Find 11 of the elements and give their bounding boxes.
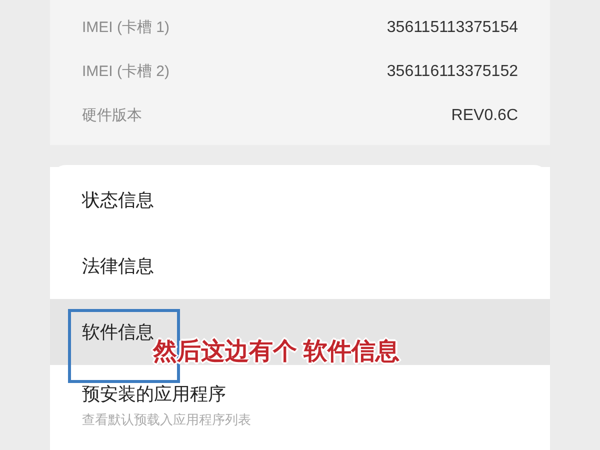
menu-title: 状态信息 — [82, 188, 155, 212]
info-label: IMEI (卡槽 1) — [82, 18, 170, 38]
menu-title: 法律信息 — [82, 254, 155, 278]
info-label: IMEI (卡槽 2) — [82, 62, 170, 82]
menu-subtitle: 查看默认预载入应用程序列表 — [82, 410, 252, 429]
menu-title: 预安装的应用程序 — [82, 382, 227, 406]
menu-title: 软件信息 — [82, 320, 154, 342]
info-label: 硬件版本 — [82, 106, 142, 126]
info-value: 356116113375152 — [386, 62, 518, 82]
info-value: REV0.6C — [451, 106, 518, 126]
info-value: 356115113375154 — [386, 18, 518, 38]
